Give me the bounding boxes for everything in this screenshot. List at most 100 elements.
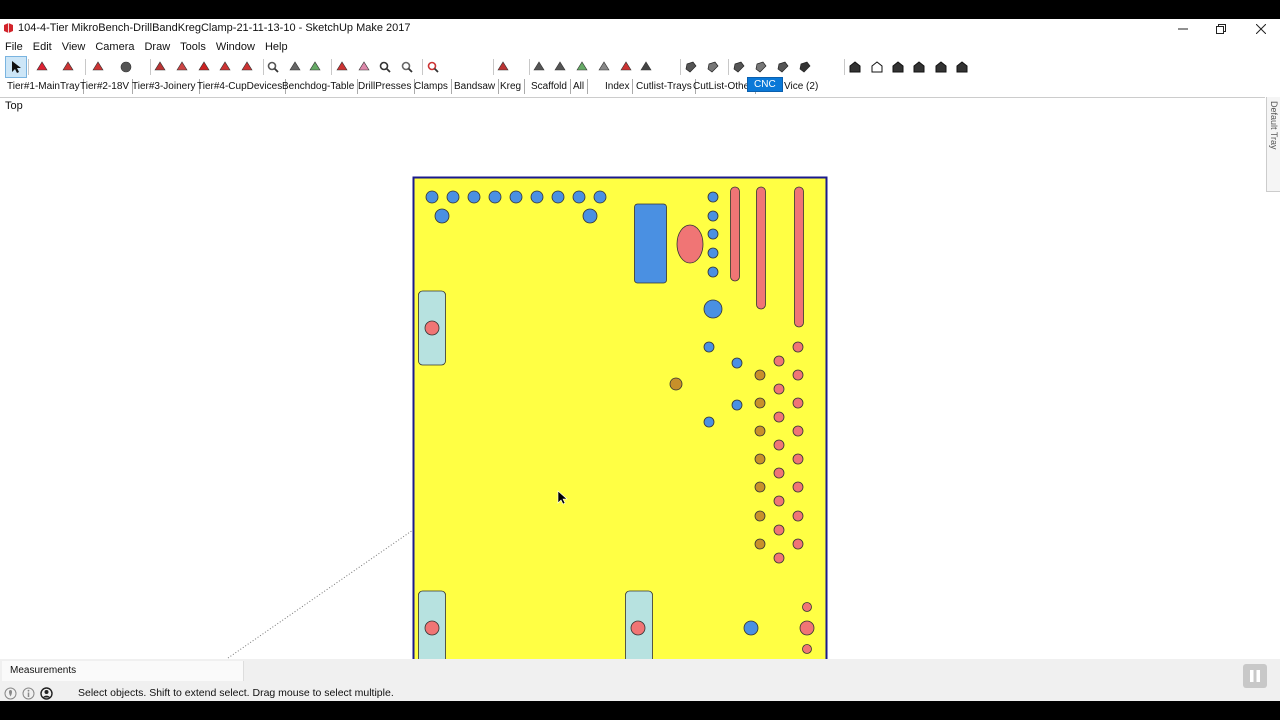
paint-bucket-tool-button[interactable] (305, 57, 325, 77)
scene-tab-tier2-18v[interactable]: Tier#2-18V (77, 79, 134, 94)
monochrome-tool-button[interactable] (795, 57, 815, 77)
status-hint-text: Select objects. Shift to extend select. … (78, 687, 394, 699)
dimension-tool-button[interactable] (529, 57, 549, 77)
pink-hole (773, 355, 785, 367)
scene-tab-benchdog-table[interactable]: Benchdog-Table (279, 79, 359, 94)
text-tool-button[interactable] (285, 57, 305, 77)
blue-hole (530, 190, 544, 204)
protractor-tool-button[interactable] (550, 57, 570, 77)
hidden-line-tool-button[interactable] (729, 57, 749, 77)
move-tool-button[interactable] (194, 57, 214, 77)
menu-draw[interactable]: Draw (139, 39, 175, 55)
menu-file[interactable]: File (0, 39, 28, 55)
scene-tab-bandsaw[interactable]: Bandsaw (451, 79, 500, 94)
pause-button[interactable] (1243, 664, 1267, 688)
toolbar-separator (28, 59, 29, 75)
model-viewport[interactable]: Top (0, 97, 1265, 680)
arc-tool-button[interactable] (88, 57, 108, 77)
select-tool-button[interactable] (5, 56, 27, 78)
blue-hole (707, 191, 719, 203)
right-view-tool-button[interactable] (909, 57, 929, 77)
scale-tool-button[interactable] (237, 57, 257, 77)
scene-tab-tier4-cupdevices[interactable]: Tier#4-CupDevices (194, 79, 287, 94)
default-tray-tab[interactable]: Default Tray (1266, 97, 1280, 192)
zoom-window-tool-button[interactable] (397, 57, 417, 77)
scene-tab-scaffold[interactable]: Scaffold (528, 79, 571, 94)
measurements-box[interactable]: Measurements (2, 661, 244, 681)
credits-info-icon[interactable] (22, 687, 35, 700)
pan-tool-button[interactable] (354, 57, 374, 77)
rotate-tool-button[interactable] (215, 57, 235, 77)
blue-hole (582, 208, 598, 224)
follow-me-tool-button[interactable] (172, 57, 192, 77)
pink-slot (756, 186, 766, 310)
brown-hole (754, 510, 766, 522)
restore-button[interactable] (1202, 19, 1240, 39)
scene-tab-kreg[interactable]: Kreg (497, 79, 526, 94)
scene-tab-tier1-maintray[interactable]: Tier#1-MainTray (4, 79, 84, 94)
scene-tab-clamps[interactable]: Clamps (411, 79, 452, 94)
pink-hole (630, 620, 646, 636)
3d-warehouse-tool-button[interactable] (493, 57, 513, 77)
shaded-tool-button[interactable] (751, 57, 771, 77)
blue-hole (551, 190, 565, 204)
scene-tab-cutlist-trays[interactable]: Cutlist-Trays (633, 79, 696, 94)
blue-hole (509, 190, 523, 204)
eraser-tool-button[interactable] (32, 57, 52, 77)
eraser-icon (36, 61, 48, 71)
minimize-icon (1178, 28, 1188, 30)
pink-hole (773, 467, 785, 479)
move-icon (198, 61, 210, 71)
circle-icon (120, 61, 132, 73)
zoom-tool-button[interactable] (375, 57, 395, 77)
look-around-tool-button[interactable] (636, 57, 656, 77)
menu-tools[interactable]: Tools (175, 39, 211, 55)
right-view-icon (913, 61, 925, 73)
menu-edit[interactable]: Edit (28, 39, 57, 55)
iso-view-tool-button[interactable] (845, 57, 865, 77)
scene-tab-index[interactable]: Index (602, 79, 634, 94)
window-title: 104-4-Tier MikroBench-DrillBandKregClamp… (18, 22, 411, 34)
restore-icon (1216, 24, 1226, 34)
top-view-icon (871, 61, 883, 73)
back-view-tool-button[interactable] (931, 57, 951, 77)
left-view-tool-button[interactable] (952, 57, 972, 77)
geo-location-icon[interactable] (4, 687, 17, 700)
scene-tab-cnc[interactable]: CNC (747, 77, 783, 92)
blue-hole (488, 190, 502, 204)
close-button[interactable] (1242, 19, 1280, 39)
minimize-button[interactable] (1164, 19, 1202, 39)
model-drawing[interactable] (0, 98, 1265, 680)
top-view-tool-button[interactable] (867, 57, 887, 77)
wireframe-tool-button[interactable] (703, 57, 723, 77)
menu-camera[interactable]: Camera (90, 39, 139, 55)
orbit-icon (336, 61, 348, 71)
orbit-tool-button[interactable] (332, 57, 352, 77)
paint-bucket-icon (309, 61, 321, 71)
section-plane-tool-button[interactable] (594, 57, 614, 77)
circle-tool-button[interactable] (116, 57, 136, 77)
menu-view[interactable]: View (57, 39, 91, 55)
push-pull-tool-button[interactable] (150, 57, 170, 77)
zoom-extents-tool-button[interactable] (423, 57, 443, 77)
axes-tool-button[interactable] (572, 57, 592, 77)
shaded-textures-tool-button[interactable] (773, 57, 793, 77)
user-account-icon[interactable] (40, 687, 53, 700)
blue-hole (593, 190, 607, 204)
menu-help[interactable]: Help (260, 39, 293, 55)
walk-tool-button[interactable] (616, 57, 636, 77)
scene-tab-tier3-joinery[interactable]: Tier#3-Joinery (129, 79, 200, 94)
toolbar-separator (422, 59, 423, 75)
scene-tab-drillpresses[interactable]: DrillPresses (355, 79, 416, 94)
menu-window[interactable]: Window (211, 39, 260, 55)
tape-measure-icon (267, 61, 279, 73)
scene-tab-vice[interactable]: Vice (2) (781, 79, 821, 94)
front-view-tool-button[interactable] (888, 57, 908, 77)
back-view-icon (935, 61, 947, 73)
pencil-tool-button[interactable] (58, 57, 78, 77)
scene-tab-all[interactable]: All (570, 79, 589, 94)
brown-hole (754, 453, 766, 465)
tape-measure-tool-button[interactable] (263, 57, 283, 77)
xray-tool-button[interactable] (681, 57, 701, 77)
blue-hole-large (703, 299, 723, 319)
